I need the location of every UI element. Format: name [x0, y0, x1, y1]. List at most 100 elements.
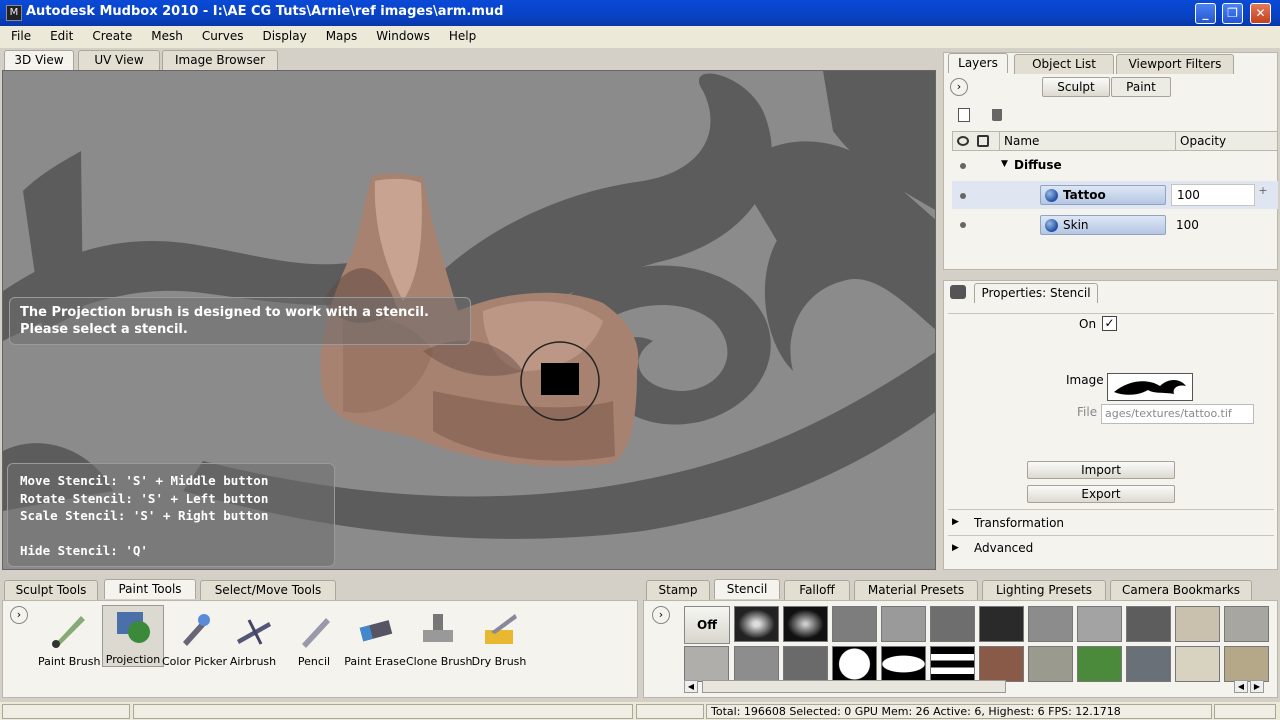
stencil-image-thumbnail[interactable] — [1107, 373, 1193, 401]
stencil-swatch[interactable] — [1126, 606, 1171, 642]
tool-projection[interactable]: Projection — [102, 605, 164, 667]
menu-curves[interactable]: Curves — [191, 26, 252, 43]
clone-brush-icon — [423, 614, 453, 642]
menu-mesh[interactable]: Mesh — [140, 26, 191, 43]
tab-sculpt-tools[interactable]: Sculpt Tools — [4, 580, 98, 600]
stencil-swatch[interactable] — [734, 646, 779, 682]
stencil-swatch[interactable] — [783, 606, 828, 642]
menu-file[interactable]: File — [0, 26, 39, 43]
visibility-dot[interactable] — [960, 163, 966, 169]
tab-stencil[interactable]: Stencil — [714, 579, 780, 599]
brush-cursor-square — [541, 363, 579, 395]
tool-paint-erase[interactable]: Paint Erase — [344, 608, 406, 668]
menu-display[interactable]: Display — [251, 26, 314, 43]
tab-3d-view[interactable]: 3D View — [4, 50, 74, 70]
pencil-icon — [302, 618, 330, 648]
tab-select-move-tools[interactable]: Select/Move Tools — [200, 580, 336, 600]
layer-tattoo[interactable]: Tattoo — [1040, 185, 1166, 205]
close-button[interactable]: ✕ — [1250, 3, 1271, 24]
menu-windows[interactable]: Windows — [365, 26, 438, 43]
name-column-header[interactable]: Name — [999, 132, 1175, 150]
section-advanced[interactable]: Advanced — [974, 541, 1033, 555]
stencil-swatch[interactable] — [930, 646, 975, 682]
restore-button[interactable]: ❐ — [1222, 3, 1243, 24]
expand-transformation-icon[interactable]: ▶ — [952, 517, 959, 527]
tab-falloff[interactable]: Falloff — [784, 580, 850, 600]
scroll-left-end-icon[interactable]: ◀ — [1234, 680, 1248, 693]
stencil-swatch[interactable] — [734, 606, 779, 642]
layer-skin[interactable]: Skin — [1040, 215, 1166, 235]
mudbox-app-icon[interactable]: M — [6, 5, 22, 21]
tool-color-picker[interactable]: Color Picker — [162, 608, 227, 668]
tab-viewport-filters[interactable]: Viewport Filters — [1116, 54, 1234, 74]
stencil-swatch[interactable] — [832, 646, 877, 682]
delete-layer-icon[interactable] — [992, 109, 1002, 121]
tab-lighting-presets[interactable]: Lighting Presets — [982, 580, 1106, 600]
tab-paint-tools[interactable]: Paint Tools — [104, 579, 196, 599]
tab-uv-view[interactable]: UV View — [78, 50, 160, 70]
3d-viewport[interactable]: The Projection brush is designed to work… — [2, 70, 936, 570]
menu-help[interactable]: Help — [438, 26, 484, 43]
import-button[interactable]: Import — [1027, 461, 1175, 479]
expand-advanced-icon[interactable]: ▶ — [952, 543, 959, 553]
stencil-swatch[interactable] — [1175, 646, 1220, 682]
tool-paint-brush[interactable]: Paint Brush — [38, 608, 100, 668]
stencil-swatch[interactable] — [1028, 606, 1073, 642]
stencil-swatch[interactable] — [1126, 646, 1171, 682]
layer-group-diffuse[interactable]: Diffuse — [1014, 158, 1062, 172]
new-layer-icon[interactable] — [958, 108, 970, 122]
stencil-swatch[interactable] — [832, 606, 877, 642]
stencil-off-button[interactable]: Off — [684, 606, 730, 644]
export-button[interactable]: Export — [1027, 485, 1175, 503]
scroll-right-arrow-icon[interactable]: ▶ — [1250, 680, 1264, 693]
stencil-swatch[interactable] — [1077, 606, 1122, 642]
tab-layers[interactable]: Layers — [948, 53, 1008, 73]
stencil-tray-expand-icon[interactable]: › — [652, 606, 670, 624]
properties-panel: Properties: Stencil On ✓ Image File ages… — [943, 280, 1278, 570]
tab-material-presets[interactable]: Material Presets — [854, 580, 978, 600]
minimize-button[interactable]: _ — [1195, 3, 1216, 24]
scrollbar-thumb[interactable] — [702, 680, 1006, 693]
stencil-swatch[interactable] — [1224, 646, 1269, 682]
file-path-field[interactable]: ages/textures/tattoo.tif — [1101, 404, 1254, 424]
tab-properties-stencil[interactable]: Properties: Stencil — [974, 283, 1098, 303]
tool-clone-brush[interactable]: Clone Brush — [406, 608, 472, 668]
stencil-swatch[interactable] — [881, 606, 926, 642]
tool-pencil[interactable]: Pencil — [283, 608, 345, 668]
stencil-swatch[interactable] — [979, 606, 1024, 642]
tool-dry-brush[interactable]: Dry Brush — [468, 608, 530, 668]
visibility-header-icon — [957, 136, 969, 146]
opacity-column-header[interactable]: Opacity — [1175, 132, 1279, 150]
section-transformation[interactable]: Transformation — [974, 516, 1064, 530]
stencil-swatch[interactable] — [1224, 606, 1269, 642]
stencil-swatch[interactable] — [1028, 646, 1073, 682]
stencil-swatch[interactable] — [684, 646, 729, 682]
stencil-swatch[interactable] — [979, 646, 1024, 682]
menu-create[interactable]: Create — [81, 26, 140, 43]
stencil-swatch[interactable] — [1175, 606, 1220, 642]
scroll-left-arrow-icon[interactable]: ◀ — [684, 680, 698, 693]
collapse-arrow-icon[interactable]: ▼ — [1001, 159, 1008, 169]
tool-airbrush[interactable]: Airbrush — [222, 608, 284, 668]
tab-stamp[interactable]: Stamp — [646, 580, 710, 600]
stencil-swatch[interactable] — [930, 606, 975, 642]
on-checkbox[interactable]: ✓ — [1102, 316, 1117, 331]
stencil-swatch[interactable] — [783, 646, 828, 682]
opacity-input[interactable]: 100 — [1171, 184, 1255, 206]
tab-image-browser[interactable]: Image Browser — [162, 50, 278, 70]
opacity-value[interactable]: 100 — [1176, 218, 1199, 232]
tray-expand-icon[interactable]: › — [10, 606, 28, 624]
paint-mode-button[interactable]: Paint — [1111, 77, 1171, 97]
menu-edit[interactable]: Edit — [39, 26, 81, 43]
visibility-dot[interactable] — [960, 193, 966, 199]
tab-camera-bookmarks[interactable]: Camera Bookmarks — [1110, 580, 1252, 600]
sculpt-mode-button[interactable]: Sculpt — [1042, 77, 1110, 97]
menu-maps[interactable]: Maps — [315, 26, 366, 43]
expand-arrow-icon[interactable]: › — [950, 78, 968, 96]
stencil-swatch[interactable] — [881, 646, 926, 682]
tab-object-list[interactable]: Object List — [1014, 54, 1114, 74]
stencil-swatch[interactable] — [1077, 646, 1122, 682]
visibility-dot[interactable] — [960, 222, 966, 228]
opacity-spinner[interactable]: + — [1257, 184, 1269, 206]
paint-layer-icon — [1045, 219, 1058, 232]
